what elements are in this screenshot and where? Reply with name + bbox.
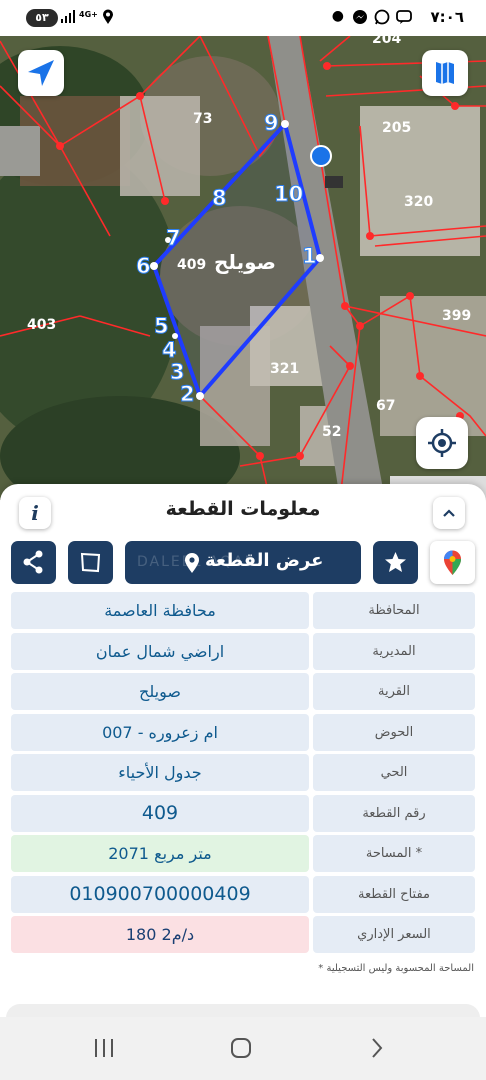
neighbor-number: 321 [270,361,300,377]
chat-icon [396,10,412,24]
location-icon [103,9,113,24]
map-icon [436,62,454,84]
clock: ٧:٠٦ [430,8,464,26]
parcel-number-label: 409 [177,257,207,273]
detail-label: مفتاح القطعة [313,875,475,913]
detail-label: الحوض [313,713,475,751]
detail-row-parcel-key: 010900700000409 مفتاح القطعة [11,875,475,913]
vertex-label: 8 [212,186,228,211]
detail-row-neighborhood: جدول الأحياء الحي [11,754,475,791]
detail-row-directorate: اراضي شمال عمان المديرية [11,632,475,670]
vertex-label: 3 [170,360,186,385]
detail-row-basin: ام زعروره - 007 الحوض [11,713,475,751]
crosshair-icon [428,429,456,457]
google-maps-icon [444,550,461,575]
vertex-label: 10 [273,182,304,207]
draw-shape-button[interactable] [68,541,113,584]
neighbor-number: 399 [442,308,472,324]
detail-value: جدول الأحياء [11,754,309,791]
detail-label: السعر الإداري [313,916,475,953]
detail-value: محافظة العاصمة [11,592,309,629]
parcel-info-sheet: i معلومات القطعة DALEEL AQAR عرض القطعة … [0,484,486,1024]
detail-value: صويلح [11,673,309,710]
vertex-label: 4 [162,338,178,363]
whatsapp-icon [374,9,390,25]
detail-label: المديرية [313,632,475,670]
vertex-label: 5 [154,314,170,339]
vertex-label: 9 [264,111,280,136]
my-location-button[interactable] [416,417,468,469]
parcel-details: محافظة العاصمة المحافظة اراضي شمال عمان … [11,592,475,957]
status-bar: ٧:٠٦ ● ٥٣ 4G+ [0,0,486,36]
detail-row-governorate: محافظة العاصمة المحافظة [11,592,475,629]
share-button[interactable] [11,541,56,584]
detail-label: القرية [313,673,475,710]
dot-icon: ● [331,8,344,24]
vertex-label: 6 [136,254,152,279]
detail-value: 409 [11,794,309,832]
detail-label: رقم القطعة [313,794,475,832]
detail-row-parcel-number: 409 رقم القطعة [11,794,475,832]
map-layers-button[interactable] [422,50,468,96]
navigation-arrow-icon [28,60,54,86]
navigation-button[interactable] [18,50,64,96]
show-parcel-button[interactable]: DALEEL AQAR عرض القطعة [125,541,361,584]
detail-value: ام زعروره - 007 [11,713,309,751]
polygon-icon [80,552,101,573]
neighbor-number: 205 [382,120,412,136]
location-pin-icon [185,553,199,573]
detail-label: المساحة * [313,835,475,872]
detail-row-village: صويلح القرية [11,673,475,710]
map-view[interactable]: 73 403 321 52 67 399 320 205 204 409 صوي… [0,36,486,500]
sheet-title: معلومات القطعة [165,498,321,520]
area-footnote: * المساحة المحسوبة وليس التسجيلية [318,963,474,974]
detail-label: الحي [313,754,475,791]
detail-row-admin-price: 180 د/م2 السعر الإداري [11,916,475,953]
neighbor-number: 403 [27,317,57,333]
poi-marker-icon[interactable] [310,145,332,167]
detail-value: 180 د/م2 [11,916,309,953]
collapse-button[interactable] [433,497,465,529]
neighbor-number: 52 [322,424,342,440]
neighbor-number: 204 [372,36,402,47]
favorite-button[interactable] [373,541,418,584]
signal-icon [61,10,75,23]
neighbor-number: 320 [404,194,434,210]
village-label: صويلح [214,250,276,274]
detail-label: المحافظة [313,592,475,629]
detail-value: 010900700000409 [11,875,309,913]
star-icon [385,552,406,572]
vertex-label: 1 [302,244,318,269]
neighbor-number: 73 [193,111,213,127]
network-type: 4G+ [79,10,98,19]
chevron-up-icon [443,509,455,517]
neighbor-number: 67 [376,398,396,414]
vertex-label: 2 [180,382,196,407]
battery-indicator: ٥٣ [26,9,58,27]
detail-value: 2071 متر مربع [11,835,309,872]
system-navigation-bar [0,1017,486,1080]
recent-apps-icon[interactable] [92,1037,116,1059]
home-icon[interactable] [229,1037,253,1059]
show-parcel-label: عرض القطعة [205,550,324,571]
back-icon[interactable] [365,1037,389,1059]
detail-row-area: 2071 متر مربع المساحة * [11,835,475,872]
messenger-icon [353,10,367,24]
share-icon [23,550,43,574]
detail-value: اراضي شمال عمان [11,632,309,670]
vertex-label: 7 [166,226,182,251]
google-maps-button[interactable] [430,541,475,584]
